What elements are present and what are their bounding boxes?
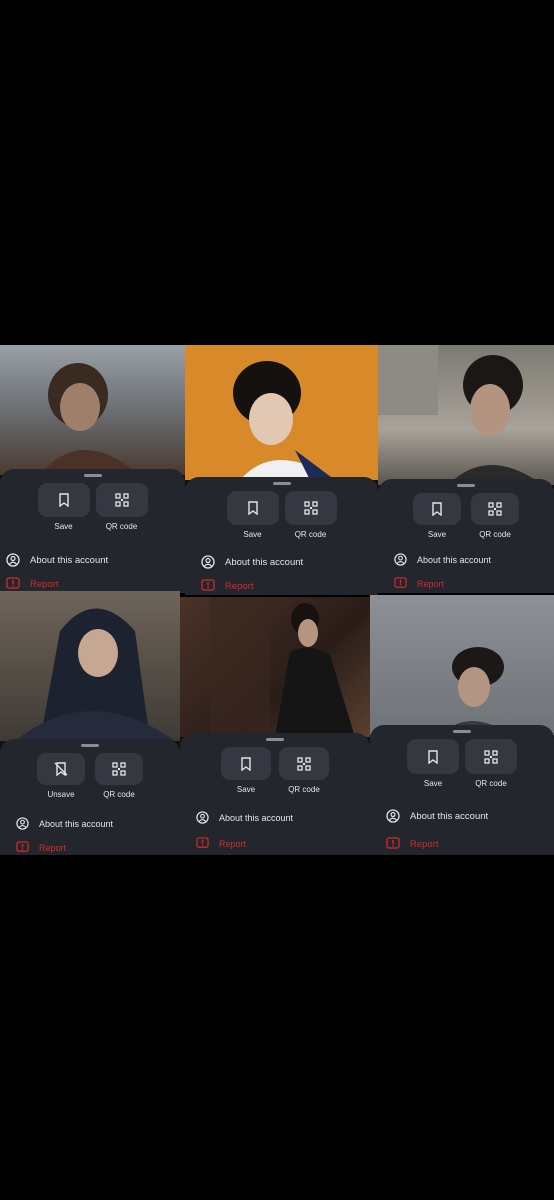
collage-tile-4: Unsave QR code About this account Report xyxy=(0,591,180,855)
about-account-item[interactable]: About this account xyxy=(201,555,303,569)
about-account-item[interactable]: About this account xyxy=(16,817,113,830)
account-circle-icon xyxy=(394,553,407,566)
qr-code-label: QR code xyxy=(103,790,135,799)
unsave-label: Unsave xyxy=(47,790,75,799)
account-circle-icon xyxy=(386,809,400,823)
about-account-item[interactable]: About this account xyxy=(394,553,491,566)
qr-code-button[interactable]: QR code xyxy=(95,483,148,531)
about-account-label: About this account xyxy=(219,812,294,823)
bookmark-icon xyxy=(58,493,70,507)
bookmark-icon xyxy=(427,749,439,764)
save-label: Save xyxy=(423,779,443,788)
qr-code-icon xyxy=(303,501,318,515)
save-label: Save xyxy=(236,785,256,794)
collage-tile-1: Save QR code About this account Report xyxy=(0,345,185,593)
qr-code-icon xyxy=(114,493,129,507)
qr-code-label: QR code xyxy=(479,530,511,539)
account-circle-icon xyxy=(196,811,209,824)
report-label: Report xyxy=(410,838,439,850)
options-sheet: Save QR code About this account Report xyxy=(370,725,554,855)
report-item[interactable]: Report xyxy=(196,837,246,850)
qr-code-icon xyxy=(488,502,502,516)
drag-handle[interactable] xyxy=(272,482,291,485)
report-label: Report xyxy=(225,580,254,592)
drag-handle[interactable] xyxy=(453,730,471,733)
portrait-photo xyxy=(378,345,554,485)
drag-handle[interactable] xyxy=(81,744,99,747)
account-circle-icon xyxy=(201,555,215,569)
qr-code-button[interactable]: QR code xyxy=(93,753,145,799)
about-account-label: About this account xyxy=(30,554,109,566)
save-button[interactable]: Save xyxy=(37,483,90,531)
qr-code-label: QR code xyxy=(294,530,327,539)
save-button[interactable]: Save xyxy=(411,493,463,539)
report-label: Report xyxy=(30,578,59,590)
qr-code-button[interactable]: QR code xyxy=(284,491,337,539)
unsave-button[interactable]: Unsave xyxy=(35,753,87,799)
report-item[interactable]: Report xyxy=(201,579,254,593)
collage-tile-5: Save QR code About this account Report xyxy=(180,597,370,855)
qr-code-button[interactable]: QR code xyxy=(465,739,517,788)
drag-handle[interactable] xyxy=(266,738,284,741)
qr-code-icon xyxy=(112,762,126,776)
qr-code-label: QR code xyxy=(105,522,138,531)
about-account-label: About this account xyxy=(225,556,304,568)
save-button[interactable]: Save xyxy=(407,739,459,788)
collage-tile-3: Save QR code About this account Report xyxy=(378,345,554,593)
account-circle-icon xyxy=(6,553,20,567)
qr-code-icon xyxy=(484,749,498,764)
report-item[interactable]: Report xyxy=(6,577,59,591)
portrait-photo xyxy=(185,345,378,480)
about-account-label: About this account xyxy=(417,554,492,565)
drag-handle[interactable] xyxy=(83,474,102,477)
save-label: Save xyxy=(54,522,73,531)
qr-code-label: QR code xyxy=(475,779,507,788)
qr-code-button[interactable]: QR code xyxy=(469,493,521,539)
portrait-photo xyxy=(0,345,185,475)
collage-tile-2: Save QR code About this account Report xyxy=(185,345,378,595)
report-item[interactable]: Report xyxy=(386,837,439,851)
bookmark-off-icon xyxy=(54,762,68,776)
about-account-item[interactable]: About this account xyxy=(6,553,108,567)
portrait-photo xyxy=(180,597,370,737)
options-sheet: Save QR code About this account Report xyxy=(378,479,554,593)
save-button[interactable]: Save xyxy=(226,491,279,539)
report-label: Report xyxy=(39,842,67,853)
report-item[interactable]: Report xyxy=(16,841,66,854)
report-icon xyxy=(386,837,400,851)
portrait-photo xyxy=(370,595,554,735)
report-icon xyxy=(16,841,29,854)
save-button[interactable]: Save xyxy=(220,747,272,794)
options-sheet: Save QR code About this account Report xyxy=(185,477,378,595)
qr-code-label: QR code xyxy=(288,785,320,794)
report-icon xyxy=(196,837,209,850)
save-label: Save xyxy=(427,530,447,539)
options-sheet: Save QR code About this account Report xyxy=(0,469,185,593)
save-label: Save xyxy=(243,530,262,539)
about-account-label: About this account xyxy=(39,818,114,829)
bookmark-icon xyxy=(240,756,252,771)
report-icon xyxy=(394,577,407,590)
about-account-label: About this account xyxy=(410,810,489,822)
report-item[interactable]: Report xyxy=(394,577,444,590)
about-account-item[interactable]: About this account xyxy=(386,809,488,823)
report-label: Report xyxy=(417,578,445,589)
drag-handle[interactable] xyxy=(457,484,475,487)
account-circle-icon xyxy=(16,817,29,830)
qr-code-icon xyxy=(297,756,311,771)
qr-code-button[interactable]: QR code xyxy=(278,747,330,794)
about-account-item[interactable]: About this account xyxy=(196,811,293,824)
report-icon xyxy=(201,579,215,593)
report-label: Report xyxy=(219,838,247,849)
report-icon xyxy=(6,577,20,591)
options-sheet: Unsave QR code About this account Report xyxy=(0,739,180,855)
options-sheet: Save QR code About this account Report xyxy=(180,733,370,855)
collage-tile-6: Save QR code About this account Report xyxy=(370,595,554,855)
portrait-photo xyxy=(0,591,180,741)
bookmark-icon xyxy=(247,501,259,515)
bookmark-icon xyxy=(431,502,443,516)
